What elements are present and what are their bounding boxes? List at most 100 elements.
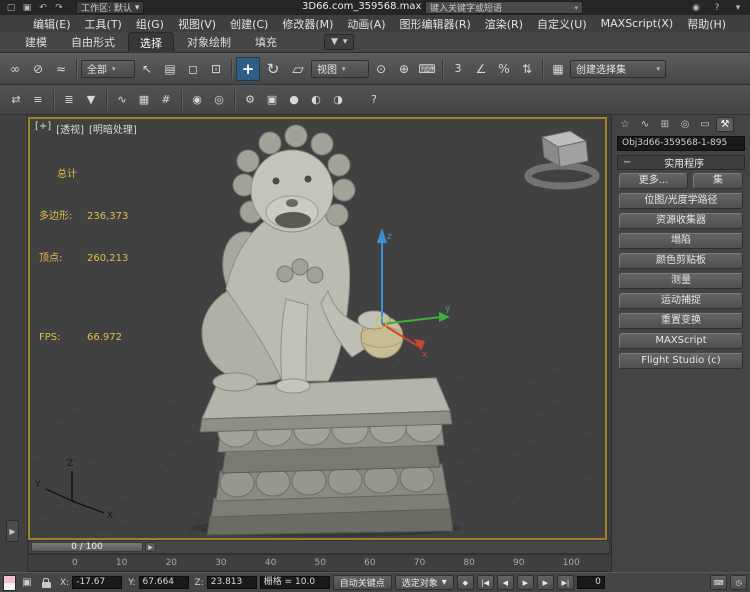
next-frame-icon[interactable]: ▶ [537,575,554,590]
select-and-move-icon[interactable]: + [236,57,260,81]
time-slider[interactable]: 0 / 100 ▶ [28,540,610,554]
next-frame-arrow-icon[interactable]: ▶ [145,542,156,552]
tab-modify-icon[interactable]: ∿ [636,117,654,132]
named-selection-sets-dropdown[interactable]: 创建选择集 ▾ [570,60,666,78]
menu-create[interactable]: 创建(C) [223,16,275,32]
help-button-icon[interactable]: ? [364,90,384,110]
z-coord-field[interactable]: 23.813 [207,576,257,589]
object-name-field[interactable]: Obj3d66-359568-1-895 [617,136,745,151]
layer-explorer-icon[interactable]: ≣ [59,90,79,110]
tab-display-icon[interactable]: ▭ [696,117,714,132]
auto-key-button[interactable]: 自动关键点 [333,575,392,590]
play-button-icon[interactable]: ▶ [517,575,534,590]
slate-material-editor-icon[interactable]: ◎ [209,90,229,110]
use-pivot-center-icon[interactable]: ⊙ [370,58,392,80]
tab-utilities-icon[interactable]: ⚒ [716,117,734,132]
snaps-toggle-icon[interactable]: 3 [447,58,469,80]
render-production-icon[interactable]: ● [284,90,304,110]
sets-button[interactable]: 集 [693,173,743,189]
select-and-scale-icon[interactable]: ▱ [286,57,310,81]
selection-region-icon[interactable]: ◻ [182,58,204,80]
select-by-name-icon[interactable]: ▤ [159,58,181,80]
x-coord-field[interactable]: -17.67 [72,576,122,589]
go-to-end-icon[interactable]: ▶| [557,575,574,590]
redo-icon[interactable]: ↷ [52,1,66,14]
maxscript-mini-listener[interactable] [3,575,16,591]
save-icon[interactable]: ▣ [20,1,34,14]
help-icon[interactable]: ? [710,1,724,14]
menu-maxscript[interactable]: MAXScript(X) [594,17,681,30]
unlink-selection-icon[interactable]: ⊘ [27,58,49,80]
viewport-menu-pov[interactable]: [透视] [56,121,84,136]
utility-motion-capture-button[interactable]: 运动捕捉 [619,293,743,309]
select-object-icon[interactable]: ↖ [136,58,158,80]
current-frame-field[interactable]: 0 [577,576,605,589]
dope-sheet-icon[interactable]: ▦ [134,90,154,110]
ribbon-tab-modeling[interactable]: 建模 [14,32,58,52]
material-editor-icon[interactable]: ◉ [187,90,207,110]
track-bar[interactable]: 0 10 20 30 40 50 60 70 80 90 100 [28,554,610,572]
toggle-ribbon-icon[interactable]: ▼ [81,90,101,110]
selection-filter-dropdown[interactable]: 全部 ▾ [81,60,135,78]
tab-motion-icon[interactable]: ◎ [676,117,694,132]
viewport-menu-shading[interactable]: [明暗处理] [89,121,137,136]
chevron-down-icon[interactable]: ▾ [731,1,745,14]
utility-reset-xform-button[interactable]: 重置变换 [619,313,743,329]
window-crossing-icon[interactable]: ⊡ [205,58,227,80]
sign-in-icon[interactable]: ◉ [689,1,703,14]
utility-measure-button[interactable]: 测量 [619,273,743,289]
select-and-link-icon[interactable]: ∞ [4,58,26,80]
utility-color-clipboard-button[interactable]: 颜色剪贴板 [619,253,743,269]
render-setup-icon[interactable]: ⚙ [240,90,260,110]
menu-rendering[interactable]: 渲染(R) [478,16,530,32]
utility-bitmap-path-button[interactable]: 位图/光度学路径 [619,193,743,209]
edit-named-selection-sets-icon[interactable]: ▦ [547,58,569,80]
stone-lion-statue[interactable] [200,125,453,535]
spinner-snap-icon[interactable]: ⇅ [516,58,538,80]
search-box[interactable]: 键入关键字或短语 ▾ [425,1,583,14]
schematic-view-icon[interactable]: # [156,90,176,110]
render-last-icon[interactable]: ◑ [328,90,348,110]
perspective-viewport[interactable]: z y x X Y [28,117,607,540]
menu-views[interactable]: 视图(V) [171,16,223,32]
utility-flight-studio-button[interactable]: Flight Studio (c) [619,353,743,369]
tab-hierarchy-icon[interactable]: ⊞ [656,117,674,132]
view-cube[interactable] [528,131,596,186]
time-slider-handle[interactable]: 0 / 100 [31,542,143,552]
utility-collapse-button[interactable]: 塌陷 [619,233,743,249]
percent-snap-icon[interactable]: % [493,58,515,80]
workspace-dropdown[interactable]: 工作区: 默认 ▾ [76,1,144,14]
select-and-rotate-icon[interactable]: ↻ [261,57,285,81]
undo-icon[interactable]: ↶ [36,1,50,14]
isolate-selection-icon[interactable]: ▣ [19,575,35,590]
listener-strip[interactable] [4,583,15,590]
keyboard-entry-icon[interactable]: ⌨ [710,575,727,590]
menu-tools[interactable]: 工具(T) [78,16,129,32]
utilities-rollout-header[interactable]: − 实用程序 [617,155,745,170]
keyboard-override-icon[interactable]: ⌨ [416,58,438,80]
viewport-menu-general[interactable]: [+] [35,121,51,136]
ribbon-tab-freeform[interactable]: 自由形式 [60,32,126,52]
time-configuration-icon[interactable]: ◷ [730,575,747,590]
menu-animation[interactable]: 动画(A) [340,16,392,32]
go-to-start-icon[interactable]: |◀ [477,575,494,590]
align-icon[interactable]: ≡ [28,90,48,110]
macro-recorder-strip[interactable] [4,576,15,583]
menu-group[interactable]: 组(G) [129,16,171,32]
key-filter-dropdown[interactable]: 选定对象▾ [395,575,454,590]
utility-maxscript-button[interactable]: MAXScript [619,333,743,349]
curve-editor-icon[interactable]: ∿ [112,90,132,110]
mirror-icon[interactable]: ⇄ [6,90,26,110]
previous-frame-icon[interactable]: ◀ [497,575,514,590]
search-input[interactable]: 键入关键字或短语 [430,1,502,14]
menu-edit[interactable]: 编辑(E) [26,16,78,32]
rendered-frame-window-icon[interactable]: ▣ [262,90,282,110]
menu-modifiers[interactable]: 修改器(M) [275,16,340,32]
angle-snap-icon[interactable]: ∠ [470,58,492,80]
new-file-icon[interactable]: ▢ [4,1,18,14]
open-panel-arrow-icon[interactable]: ▶ [6,520,19,542]
menu-help[interactable]: 帮助(H) [680,16,733,32]
render-iterative-icon[interactable]: ◐ [306,90,326,110]
tab-create-icon[interactable]: ☆ [616,117,634,132]
key-mode-toggle-icon[interactable]: ◆ [457,575,474,590]
